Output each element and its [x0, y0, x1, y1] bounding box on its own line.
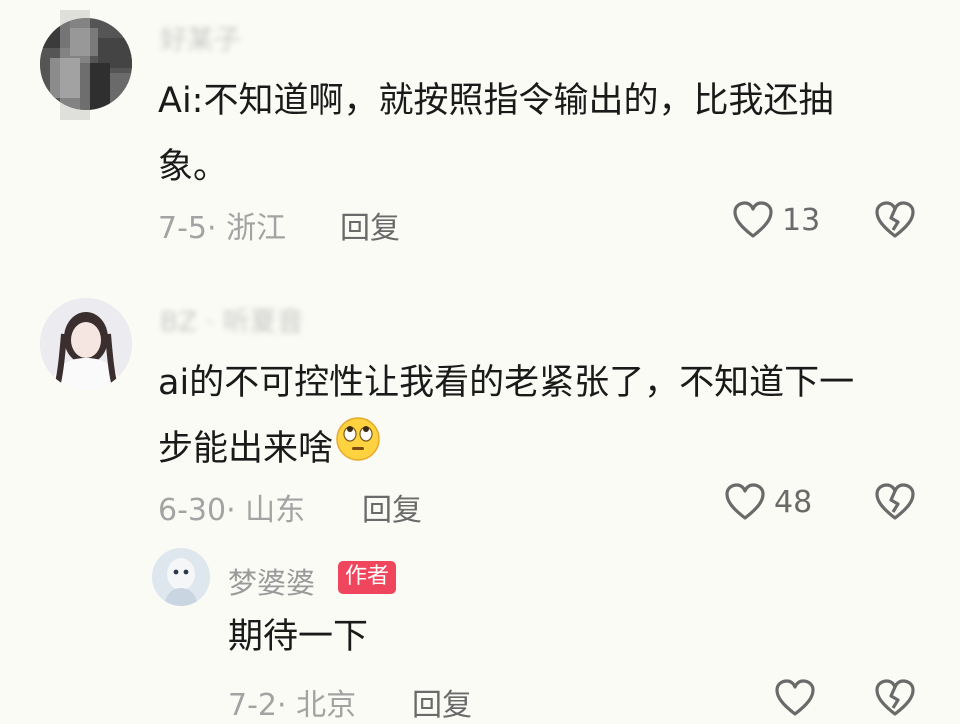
broken-heart-icon — [875, 679, 915, 716]
like-button[interactable] — [774, 678, 824, 718]
comment-meta: 7-2· 北京 — [228, 688, 357, 723]
avatar-image — [152, 548, 210, 606]
reply-button[interactable]: 回复 — [412, 680, 472, 724]
author-badge: 作者 — [338, 561, 397, 594]
dislike-button[interactable] — [874, 678, 916, 722]
avatar[interactable] — [152, 548, 210, 606]
comment-location: 北京 — [296, 688, 357, 723]
author-reply: 梦婆婆 作者 期待一下 7-2· 北京 回复 — [0, 0, 960, 724]
comment-date: 7-2 — [228, 688, 277, 723]
username[interactable]: 梦婆婆 — [228, 560, 315, 602]
heart-outline-icon — [775, 679, 815, 716]
reply-text: 期待一下 — [228, 617, 369, 657]
